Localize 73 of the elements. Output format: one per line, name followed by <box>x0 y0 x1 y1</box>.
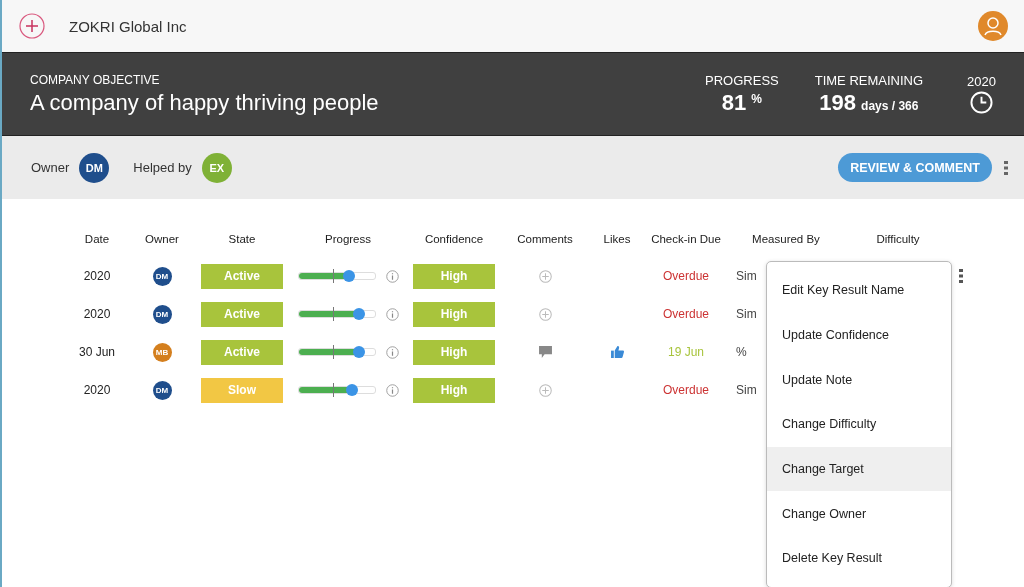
year-label: 2020 <box>967 74 996 89</box>
menu-item[interactable]: Edit Key Result Name <box>767 268 951 313</box>
date-cell-text: 2020 <box>82 307 112 321</box>
measured-by-cell-text: % <box>735 345 748 359</box>
confidence-badge: High <box>413 377 495 403</box>
helped-by-label: Helped by <box>133 160 192 175</box>
info-icon[interactable] <box>385 307 399 321</box>
column-header: State <box>227 233 257 245</box>
owner-avatar: MB <box>152 342 172 362</box>
confidence-badge: High <box>413 339 495 365</box>
progress-slider[interactable] <box>297 310 376 318</box>
progress-unit: % <box>751 91 762 106</box>
owner-label: Owner <box>31 160 70 175</box>
state-badge: Active <box>201 263 283 289</box>
check-in-due-cell-text: Overdue <box>662 307 710 321</box>
info-icon[interactable] <box>385 383 399 397</box>
column-header: Measured By <box>751 233 821 245</box>
progress-slider[interactable] <box>297 272 376 280</box>
menu-item[interactable]: Delete Key Result <box>767 536 951 581</box>
add-comment-icon[interactable] <box>538 383 552 397</box>
owner-avatar: DM <box>152 380 172 400</box>
objective-title: A company of happy thriving people <box>30 89 380 116</box>
state-badge: Active <box>201 301 283 327</box>
thumbs-up-icon[interactable] <box>610 346 624 358</box>
add-icon[interactable] <box>19 13 45 39</box>
date-cell-text: 2020 <box>82 383 112 397</box>
owner-avatar: DM <box>79 152 110 183</box>
check-in-due-cell-text: Overdue <box>662 269 710 283</box>
progress-label: PROGRESS <box>705 72 779 88</box>
column-header: Progress <box>324 233 372 245</box>
column-header: Likes <box>602 233 632 245</box>
info-icon[interactable] <box>385 345 399 359</box>
column-header: Confidence <box>423 233 485 245</box>
time-remaining-value: 198 <box>819 89 857 116</box>
column-header: Owner <box>144 233 180 245</box>
clock-icon <box>970 91 994 114</box>
state-badge: Active <box>201 339 283 365</box>
info-icon[interactable] <box>385 269 399 283</box>
confidence-badge: High <box>413 301 495 327</box>
date-cell-text: 2020 <box>82 269 112 283</box>
menu-item[interactable]: Change Difficulty <box>767 402 951 447</box>
owner-avatar: DM <box>152 266 172 286</box>
measured-by-cell-text: Sim <box>735 307 758 321</box>
date-cell-text: 30 Jun <box>78 345 116 359</box>
organization-name: ZOKRI Global Inc <box>69 17 187 35</box>
progress-value: 81 <box>721 89 747 116</box>
menu-item[interactable]: Change Target <box>767 446 951 492</box>
more-options-icon[interactable] <box>1004 160 1008 175</box>
check-in-due-cell-text: 19 Jun <box>667 345 705 359</box>
more-options-icon[interactable] <box>959 269 963 283</box>
time-remaining-label: TIME REMAINING <box>814 72 924 88</box>
state-badge: Slow <box>201 377 283 403</box>
add-comment-icon[interactable] <box>538 269 552 283</box>
objective-label: COMPANY OBJECTIVE <box>30 72 161 87</box>
helper-avatar: EX <box>201 152 232 183</box>
comment-icon[interactable] <box>538 346 552 358</box>
column-header: Date <box>83 233 111 245</box>
progress-slider[interactable] <box>297 386 376 394</box>
progress-slider[interactable] <box>297 348 376 356</box>
owner-avatar: DM <box>152 304 172 324</box>
menu-item[interactable]: Change Owner <box>767 491 951 537</box>
column-header: Difficulty <box>875 233 921 245</box>
column-header: Comments <box>516 233 574 245</box>
time-remaining-unit: days / 366 <box>861 98 919 113</box>
column-header: Check-in Due <box>650 233 722 245</box>
measured-by-cell-text: Sim <box>735 269 758 283</box>
confidence-badge: High <box>413 263 495 289</box>
measured-by-cell-text: Sim <box>735 383 758 397</box>
add-comment-icon[interactable] <box>538 307 552 321</box>
menu-item[interactable]: Update Note <box>767 357 951 403</box>
user-avatar-icon[interactable] <box>978 11 1008 41</box>
check-in-due-cell-text: Overdue <box>662 383 710 397</box>
menu-item[interactable]: Update Confidence <box>767 312 951 358</box>
